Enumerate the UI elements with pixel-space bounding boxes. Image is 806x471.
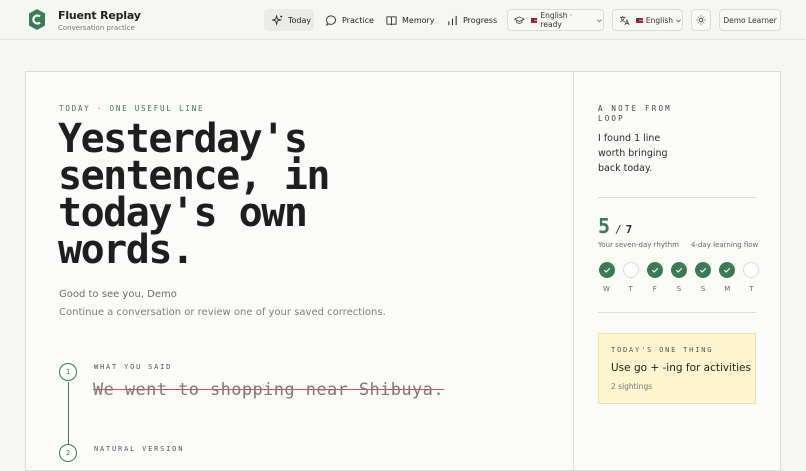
day-5: M bbox=[719, 262, 736, 293]
voice-selector-label: English · ready bbox=[540, 11, 573, 29]
check-icon bbox=[700, 267, 707, 273]
day-letter: S bbox=[700, 285, 706, 293]
nav-today-label: Today bbox=[288, 15, 312, 25]
bar-chart-icon bbox=[448, 15, 457, 25]
column-divider bbox=[573, 72, 574, 470]
nav-practice[interactable]: Practice bbox=[318, 9, 374, 31]
day-letter: F bbox=[652, 285, 657, 293]
what-you-said-label: WHAT YOU SAID bbox=[94, 363, 173, 371]
top-bar: Fluent Replay Conversation practice Toda… bbox=[0, 0, 806, 40]
day-complete-dot bbox=[695, 262, 712, 278]
theme-toggle-button[interactable] bbox=[691, 9, 711, 31]
day-3: S bbox=[670, 262, 687, 293]
rhythm-label: Your seven-day rhythm bbox=[598, 241, 679, 249]
day-letter: W bbox=[603, 285, 610, 293]
streak-total: 7 bbox=[625, 223, 633, 236]
check-icon bbox=[603, 267, 610, 273]
chevron-down-icon bbox=[597, 18, 603, 22]
check-icon bbox=[651, 267, 659, 273]
day-2: F bbox=[646, 262, 663, 293]
day-complete-dot bbox=[719, 262, 736, 278]
nav-progress-label: Progress bbox=[463, 15, 498, 25]
graduation-cap-icon bbox=[514, 16, 525, 24]
streak-separator: / bbox=[615, 223, 622, 236]
note-text: I found 1 line worth bringing back today… bbox=[598, 133, 668, 174]
sparkle-icon bbox=[272, 14, 283, 26]
day-complete-dot bbox=[598, 262, 615, 278]
day-letter: S bbox=[676, 285, 682, 293]
language-selector[interactable]: English bbox=[612, 9, 683, 31]
one-thing-sightings: 2 sightings bbox=[611, 382, 653, 391]
divider bbox=[598, 197, 756, 198]
nav-memory-label: Memory bbox=[402, 15, 435, 25]
flow-label: 4-day learning flow bbox=[691, 241, 759, 249]
day-0: W bbox=[598, 262, 615, 293]
natural-version-label: NATURAL VERSION bbox=[94, 445, 185, 453]
one-thing-eyebrow: TODAY'S ONE THING bbox=[611, 346, 714, 354]
greeting-text: Good to see you, Demo bbox=[59, 289, 177, 300]
app-name: Fluent Replay bbox=[58, 9, 141, 22]
nav-today[interactable]: Today bbox=[264, 9, 314, 31]
todays-one-thing-card[interactable]: TODAY'S ONE THING Use go + -ing for acti… bbox=[598, 333, 756, 404]
check-icon bbox=[675, 267, 683, 273]
us-flag-icon bbox=[635, 17, 643, 23]
app-logo-icon bbox=[29, 9, 45, 30]
day-tracker: WTFSSMT bbox=[598, 262, 760, 293]
day-1: T bbox=[622, 262, 639, 293]
translate-icon bbox=[619, 15, 630, 25]
today-card: TODAY · ONE USEFUL LINE Yesterday's sent… bbox=[25, 71, 781, 471]
greeting-subtitle: Continue a conversation or review one of… bbox=[59, 307, 386, 318]
divider bbox=[598, 312, 756, 313]
day-6: T bbox=[743, 262, 760, 293]
app-tagline: Conversation practice bbox=[58, 24, 135, 32]
day-empty-dot bbox=[622, 262, 639, 278]
streak-counter: 5 / 7 bbox=[598, 214, 632, 238]
user-name: Demo Learner bbox=[723, 15, 777, 25]
original-sentence: We went to shopping near Shibuya. bbox=[93, 380, 444, 400]
sun-icon bbox=[696, 15, 706, 25]
day-letter: T bbox=[628, 285, 633, 293]
today-eyebrow: TODAY · ONE USEFUL LINE bbox=[59, 104, 205, 113]
one-thing-title: Use go + -ing for activities bbox=[611, 362, 751, 374]
nav-practice-label: Practice bbox=[342, 15, 374, 25]
timeline-line bbox=[68, 382, 69, 452]
book-icon bbox=[386, 15, 397, 25]
user-menu-button[interactable]: Demo Learner bbox=[719, 9, 781, 31]
nav-progress[interactable]: Progress bbox=[440, 9, 498, 31]
day-complete-dot bbox=[670, 262, 687, 278]
chat-bubble-icon bbox=[326, 14, 336, 26]
brand[interactable]: Fluent Replay Conversation practice bbox=[29, 9, 141, 33]
day-4: S bbox=[695, 262, 712, 293]
step-number-1: 1 bbox=[59, 363, 77, 381]
nav-memory[interactable]: Memory bbox=[380, 9, 435, 31]
chevron-down-icon bbox=[676, 18, 681, 22]
day-letter: T bbox=[749, 285, 754, 293]
day-complete-dot bbox=[646, 262, 663, 278]
us-flag-icon bbox=[530, 17, 538, 23]
voice-selector[interactable]: English · ready bbox=[507, 9, 604, 31]
language-selector-label: English bbox=[645, 15, 674, 25]
note-eyebrow: A NOTE FROM LOOP bbox=[598, 104, 672, 123]
day-letter: M bbox=[724, 285, 731, 293]
check-icon bbox=[724, 267, 731, 273]
page-headline: Yesterday's sentence, in today's own wor… bbox=[58, 116, 330, 273]
step-number-2: 2 bbox=[59, 444, 77, 462]
streak-count: 5 bbox=[598, 214, 611, 238]
day-empty-dot bbox=[743, 262, 760, 278]
